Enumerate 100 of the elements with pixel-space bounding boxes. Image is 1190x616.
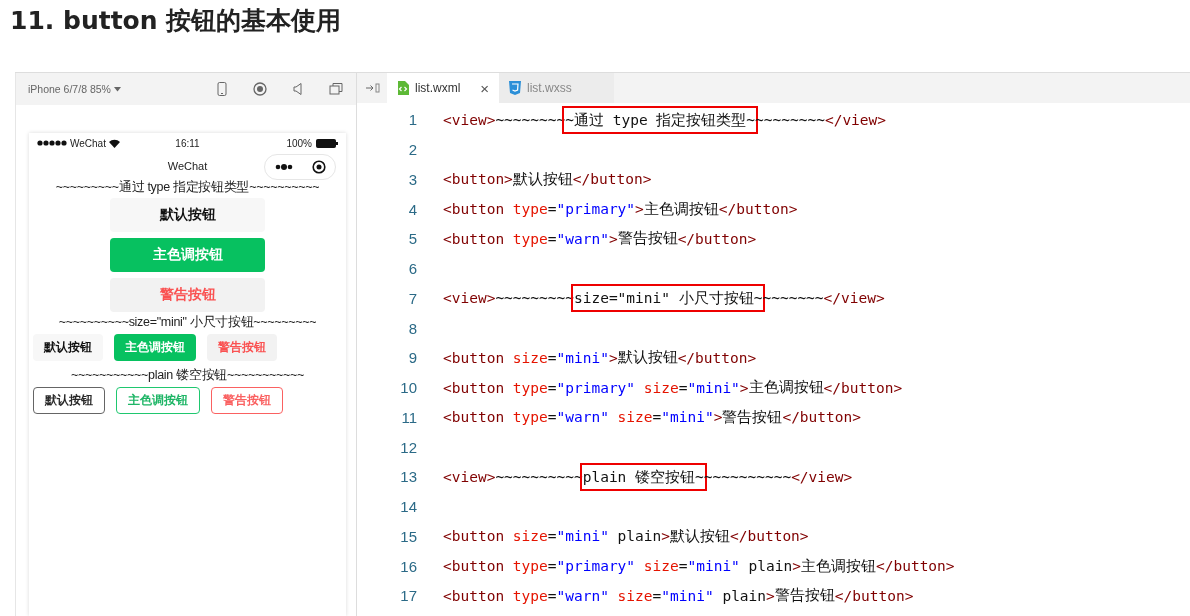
code-token: "warn" xyxy=(556,230,609,247)
code-token: "primary" xyxy=(556,558,636,575)
close-icon[interactable]: × xyxy=(480,79,489,97)
editor-tab[interactable]: list.wxml × xyxy=(387,73,499,103)
code-token: 警告按钮 xyxy=(722,407,783,427)
code-token: > xyxy=(608,230,618,247)
line-number: 5 xyxy=(407,230,418,248)
windows-icon[interactable] xyxy=(328,81,344,97)
code-token: = xyxy=(547,201,557,218)
line-number: 6 xyxy=(407,260,418,278)
code-token: </view> xyxy=(823,290,885,307)
css-file-icon xyxy=(509,81,521,95)
line-number: 3 xyxy=(407,170,418,188)
line-number: 4 xyxy=(407,200,418,218)
code-token: "mini" xyxy=(556,349,609,366)
code-token: 警告按钮 xyxy=(617,229,678,249)
code-token: = xyxy=(547,409,557,426)
code-token: size xyxy=(616,587,653,604)
demo-button[interactable]: 警告按钮 xyxy=(211,387,283,414)
code-token: size xyxy=(642,379,679,396)
code-token: = xyxy=(652,587,662,604)
tab-label: list.wxml xyxy=(415,81,462,95)
phone-icon[interactable] xyxy=(214,81,230,97)
demo-button[interactable]: 默认按钮 xyxy=(33,334,103,361)
demo-button[interactable]: 主色调按钮 xyxy=(114,334,196,361)
carrier-name: WeChat xyxy=(70,137,106,149)
code-token: <view> xyxy=(443,468,496,485)
nav-title: WeChat xyxy=(167,160,208,172)
code-token: <button> xyxy=(443,171,513,188)
demo-button[interactable]: 主色调按钮 xyxy=(110,238,265,272)
code-token: <button xyxy=(443,349,506,366)
code-token: > xyxy=(635,201,644,218)
code-token: > xyxy=(739,379,749,396)
line-number: 10 xyxy=(399,379,418,397)
code-token: </button> xyxy=(572,171,652,188)
code-token: = xyxy=(652,409,662,426)
code-token: > xyxy=(713,409,723,426)
line-number: 2 xyxy=(407,141,418,159)
code-token: 主色调按钮 xyxy=(748,378,824,398)
code-token: 默认按钮 xyxy=(512,169,573,189)
device-selector[interactable]: iPhone 6/7/8 85% xyxy=(28,83,192,95)
line-number: 1 xyxy=(407,111,418,129)
code-token: </button> xyxy=(782,409,861,426)
code-token: "mini" xyxy=(556,528,609,545)
code-token: > xyxy=(608,349,618,366)
record-icon[interactable] xyxy=(252,81,268,97)
code-token: type xyxy=(512,230,548,247)
code-token: = xyxy=(547,349,557,366)
tab-label: list.wxss xyxy=(527,81,573,95)
code-token: </view> xyxy=(791,468,853,485)
code-token: </view> xyxy=(824,111,887,128)
code-token: "mini" xyxy=(687,558,740,575)
editor-tab[interactable]: list.wxss xyxy=(499,73,614,103)
code-token: <button xyxy=(443,201,506,218)
demo-button[interactable]: 默认按钮 xyxy=(33,387,105,414)
caret-icon xyxy=(113,86,121,92)
code-token: </button> xyxy=(876,558,955,575)
code-token: = xyxy=(547,558,557,575)
code-token: size xyxy=(512,528,548,545)
line-number: 17 xyxy=(399,587,418,605)
code-token: 警告按钮 xyxy=(774,586,835,606)
clock-time: 16:11 xyxy=(175,137,200,149)
code-token: size xyxy=(512,349,548,366)
code-token: <view> xyxy=(443,290,496,307)
line-number: 7 xyxy=(407,289,418,307)
code-token: </button> xyxy=(677,230,757,247)
code-token: <button xyxy=(443,409,506,426)
close-target-icon[interactable] xyxy=(311,160,326,174)
battery-percent: 100% xyxy=(286,137,312,149)
code-token: <button xyxy=(443,558,506,575)
code-token: > xyxy=(766,587,775,604)
demo-button[interactable]: 警告按钮 xyxy=(207,334,277,361)
file-icon xyxy=(397,81,409,95)
code-token: = xyxy=(547,379,557,396)
code-token: </button> xyxy=(834,587,914,604)
wifi-icon xyxy=(108,138,120,148)
code-token: type xyxy=(512,558,548,575)
code-token: <button xyxy=(443,379,506,396)
demo-button[interactable]: 警告按钮 xyxy=(110,278,265,312)
code-token: "mini" xyxy=(687,379,740,396)
code-token: plain xyxy=(616,528,662,545)
line-number: 12 xyxy=(399,438,418,456)
code-token: size xyxy=(642,558,679,575)
code-token: "mini" xyxy=(661,587,714,604)
demo-button[interactable]: 主色调按钮 xyxy=(116,387,200,414)
demo-button[interactable]: 默认按钮 xyxy=(110,198,265,232)
code-token: <view> xyxy=(443,111,496,128)
code-token: type xyxy=(512,379,548,396)
code-token: type xyxy=(512,587,548,604)
more-icon[interactable] xyxy=(274,164,293,170)
battery-icon xyxy=(316,138,338,148)
code-token: </button> xyxy=(823,379,903,396)
code-token: type xyxy=(512,201,548,218)
code-token: "primary" xyxy=(556,201,636,218)
line-number: 15 xyxy=(399,527,418,545)
code-token: </button> xyxy=(677,349,757,366)
section-heading: ~~~~~~~~~~size="mini" 小尺寸按钮~~~~~~~~~ xyxy=(57,314,318,331)
code-token: = xyxy=(678,558,688,575)
code-token: 默认按钮 xyxy=(670,526,730,546)
code-token: "warn" xyxy=(556,409,609,426)
